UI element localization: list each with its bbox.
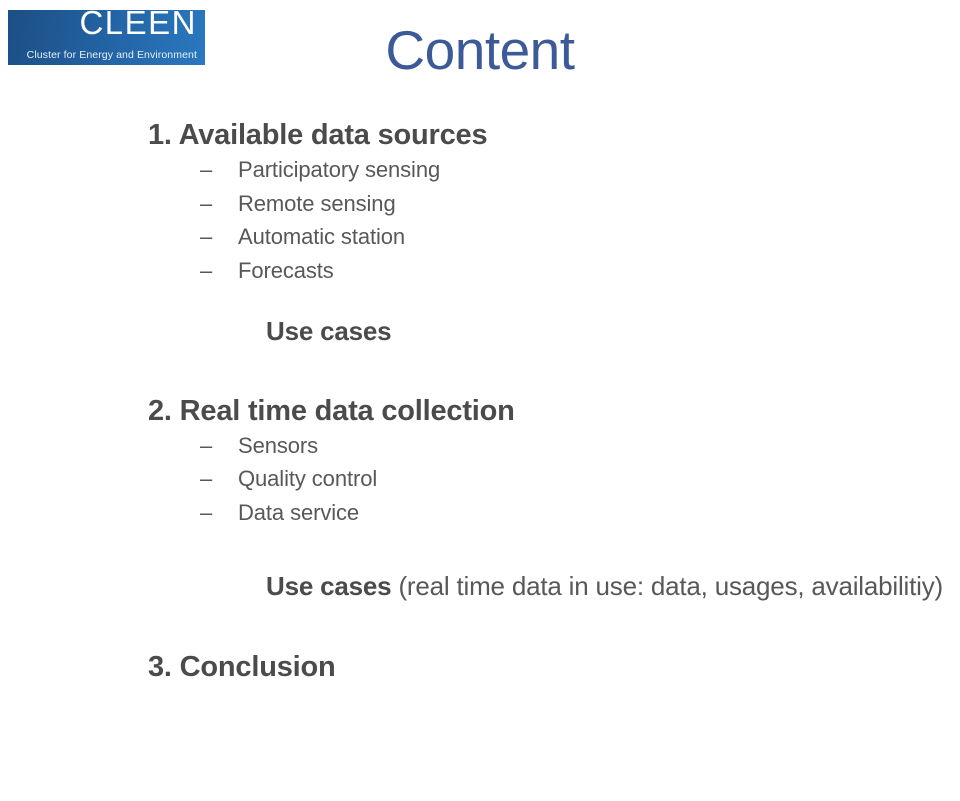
dash-bullet-icon: – xyxy=(200,224,213,250)
dash-bullet-icon: – xyxy=(200,257,213,283)
list-item: – Data service xyxy=(200,496,960,529)
section-1-use-cases: Use cases xyxy=(266,316,392,347)
section-3-heading: 3. Conclusion xyxy=(148,651,336,684)
section-2-use-cases-label: Use cases xyxy=(266,571,392,602)
list-item: – Remote sensing xyxy=(200,187,960,220)
list-item-label: Forecasts xyxy=(238,257,334,283)
slide-canvas: CLEEN Cluster for Energy and Environment… xyxy=(0,0,960,801)
section-2-use-cases: Use cases (real time data in use: data, … xyxy=(266,569,960,604)
list-item: – Forecasts xyxy=(200,254,960,287)
dash-bullet-icon: – xyxy=(200,499,213,525)
list-item-label: Participatory sensing xyxy=(238,157,441,183)
page-title: Content xyxy=(385,19,575,81)
section-1-heading: 1. Available data sources xyxy=(148,119,488,151)
section-2-use-cases-detail: (real time data in use: data, usages, av… xyxy=(391,571,943,602)
list-item-label: Remote sensing xyxy=(238,190,396,216)
slide-body: 1. Available data sources – Participator… xyxy=(0,118,960,686)
list-item-label: Sensors xyxy=(238,433,319,458)
list-item: – Participatory sensing xyxy=(200,153,960,186)
section-2-heading: 2. Real time data collection xyxy=(148,394,515,427)
list-item: – Automatic station xyxy=(200,220,960,253)
list-item-label: Data service xyxy=(238,499,360,525)
list-item-label: Automatic station xyxy=(238,224,406,250)
dash-bullet-icon: – xyxy=(200,433,213,458)
list-item: – Sensors xyxy=(200,429,960,462)
dash-bullet-icon: – xyxy=(200,190,213,216)
list-item: – Quality control xyxy=(200,462,960,495)
list-item-label: Quality control xyxy=(238,466,378,492)
dash-bullet-icon: – xyxy=(200,466,213,492)
dash-bullet-icon: – xyxy=(200,157,213,183)
